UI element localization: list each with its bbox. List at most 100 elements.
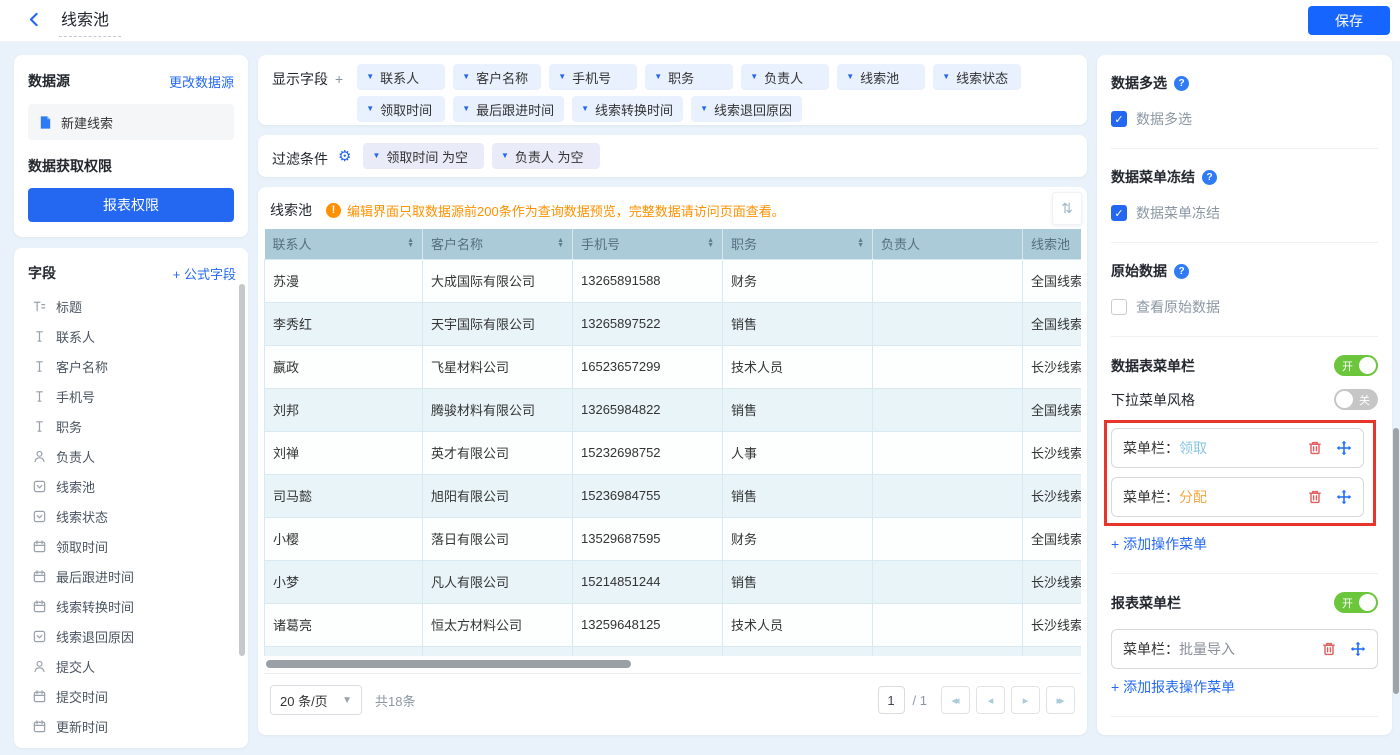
display-field-chip[interactable]: ▼ 负责人	[741, 64, 829, 90]
field-item[interactable]: 线索转换时间	[28, 591, 236, 621]
move-icon[interactable]	[1336, 440, 1352, 456]
table-cell	[873, 302, 1023, 345]
field-item[interactable]: 手机号	[28, 381, 236, 411]
table-row[interactable]: 小樱落日有限公司13529687595财务全国线索	[265, 517, 1082, 560]
table-row[interactable]: 司马懿旭阳有限公司15236984755销售长沙线索	[265, 474, 1082, 517]
trash-icon[interactable]	[1321, 641, 1337, 657]
menu-bar-item[interactable]: 菜单栏： 分配	[1111, 477, 1364, 517]
table-row[interactable]: 诸葛亮恒太方材料公司13259648125技术人员长沙线索	[265, 603, 1082, 646]
menu-bar-item[interactable]: 菜单栏： 批量导入	[1111, 629, 1378, 669]
field-item[interactable]: 客户名称	[28, 351, 236, 381]
help-icon[interactable]: ?	[1174, 264, 1189, 279]
trash-icon[interactable]	[1307, 489, 1323, 505]
field-item[interactable]: 标题	[28, 291, 236, 321]
menu-bar-item[interactable]: 菜单栏： 领取	[1111, 428, 1364, 468]
display-field-chip[interactable]: ▼ 最后跟进时间	[453, 96, 564, 122]
chip-label: 线索状态	[956, 68, 1008, 87]
help-icon[interactable]: ?	[1174, 76, 1189, 91]
field-item[interactable]: 联系人	[28, 321, 236, 351]
display-field-chip[interactable]: ▼ 领取时间	[357, 96, 445, 122]
page-size-select[interactable]: 20 条/页 ▼	[270, 685, 362, 715]
gear-icon[interactable]: ⚙	[338, 147, 351, 165]
display-field-chip[interactable]: ▼ 线索池	[837, 64, 925, 90]
last-page-button[interactable]: ▸▸	[1046, 686, 1075, 714]
field-item[interactable]: 最后跟进时间	[28, 561, 236, 591]
permission-title: 数据获取权限	[28, 156, 234, 176]
document-icon	[38, 115, 53, 130]
column-header[interactable]: 手机号▲▼	[573, 229, 723, 259]
add-action-menu-link[interactable]: + 添加操作菜单	[1111, 534, 1378, 554]
prev-page-button[interactable]: ◂	[976, 686, 1005, 714]
display-field-chip[interactable]: ▼ 线索退回原因	[691, 96, 802, 122]
display-field-chip[interactable]: ▼ 线索转换时间	[572, 96, 683, 122]
move-icon[interactable]	[1350, 641, 1366, 657]
horizontal-scrollbar[interactable]	[266, 660, 631, 668]
table-row[interactable]: 刘禅英才有限公司15232698752人事长沙线索	[265, 431, 1082, 474]
column-header[interactable]: 客户名称▲▼	[423, 229, 573, 259]
column-header[interactable]: 负责人	[873, 229, 1023, 259]
change-datasource-link[interactable]: 更改数据源	[169, 72, 234, 91]
display-field-chip[interactable]: ▼ 线索状态	[933, 64, 1021, 90]
checkbox-raw-data[interactable]	[1111, 299, 1127, 315]
next-page-button[interactable]: ▸	[1011, 686, 1040, 714]
add-display-field-button[interactable]: +	[335, 71, 343, 116]
sort-carets-icon[interactable]: ▲▼	[857, 239, 864, 248]
field-label: 提交时间	[56, 687, 108, 706]
column-header[interactable]: 线索池	[1023, 229, 1082, 259]
display-field-chip[interactable]: ▼ 客户名称	[453, 64, 541, 90]
page-title[interactable]: 线索池	[59, 4, 121, 37]
field-item[interactable]: 线索状态	[28, 501, 236, 531]
field-item[interactable]: 负责人	[28, 441, 236, 471]
dropdown-style-toggle[interactable]: 关	[1334, 389, 1378, 410]
report-menu-toggle[interactable]: 开	[1334, 592, 1378, 613]
chip-label: 职务	[668, 68, 694, 87]
report-permission-button[interactable]: 报表权限	[28, 188, 234, 222]
sort-carets-icon[interactable]: ▲▼	[557, 239, 564, 248]
table-row[interactable]: 小梦凡人有限公司15214851244销售长沙线索	[265, 560, 1082, 603]
display-field-chip[interactable]: ▼ 联系人	[357, 64, 445, 90]
field-item[interactable]: 提交人	[28, 651, 236, 681]
table-cell	[873, 431, 1023, 474]
field-item[interactable]: 职务	[28, 411, 236, 441]
table-cell: 苏漫	[265, 259, 423, 302]
display-field-chip[interactable]: ▼ 手机号	[549, 64, 637, 90]
fields-scrollbar[interactable]	[239, 284, 245, 656]
calendar-icon	[32, 599, 47, 614]
field-item[interactable]: 更新时间	[28, 711, 236, 741]
table-row[interactable]: 李秀红天宇国际有限公司13265897522销售全国线索	[265, 302, 1082, 345]
menu-freeze-checkbox-row[interactable]: ✓ 数据菜单冻结	[1111, 203, 1378, 223]
raw-data-checkbox-row[interactable]: 查看原始数据	[1111, 297, 1378, 317]
current-page-input[interactable]: 1	[878, 686, 905, 714]
formula-field-link[interactable]: + 公式字段	[173, 264, 236, 283]
column-header[interactable]: 职务▲▼	[723, 229, 873, 259]
sort-order-button[interactable]: ⇅	[1052, 192, 1082, 225]
checkbox-multi-select[interactable]: ✓	[1111, 111, 1127, 127]
field-item[interactable]: 领取时间	[28, 531, 236, 561]
add-report-menu-link[interactable]: + 添加报表操作菜单	[1111, 677, 1378, 697]
table-row[interactable]: 苏漫大成国际有限公司13265891588财务全国线索	[265, 259, 1082, 302]
table-row[interactable]: 嬴政飞星材料公司16523657299技术人员长沙线索	[265, 345, 1082, 388]
table-menu-toggle[interactable]: 开	[1334, 355, 1378, 376]
back-button[interactable]	[26, 11, 43, 31]
checkbox-menu-freeze[interactable]: ✓	[1111, 205, 1127, 221]
sort-carets-icon[interactable]: ▲▼	[407, 239, 414, 248]
move-icon[interactable]	[1336, 489, 1352, 505]
datasource-item[interactable]: 新建线索	[28, 104, 234, 140]
divider	[1111, 336, 1378, 337]
help-icon[interactable]: ?	[1202, 170, 1217, 185]
window-scrollbar[interactable]	[1393, 428, 1399, 694]
field-item[interactable]: 线索池	[28, 471, 236, 501]
table-row[interactable]: 刘邦腾骏材料有限公司13265984822销售全国线索	[265, 388, 1082, 431]
multi-select-checkbox-row[interactable]: ✓ 数据多选	[1111, 109, 1378, 129]
trash-icon[interactable]	[1307, 440, 1323, 456]
display-field-chip[interactable]: ▼ 职务	[645, 64, 733, 90]
filter-chip[interactable]: ▼ 领取时间 为空	[363, 143, 484, 169]
save-button[interactable]: 保存	[1308, 6, 1390, 35]
field-item[interactable]: 提交时间	[28, 681, 236, 711]
column-header[interactable]: 联系人▲▼	[265, 229, 423, 259]
field-item[interactable]: 线索退回原因	[28, 621, 236, 651]
table-cell: 刘禅	[265, 431, 423, 474]
filter-chip[interactable]: ▼ 负责人 为空	[492, 143, 600, 169]
sort-carets-icon[interactable]: ▲▼	[707, 239, 714, 248]
first-page-button[interactable]: ◂◂	[941, 686, 970, 714]
